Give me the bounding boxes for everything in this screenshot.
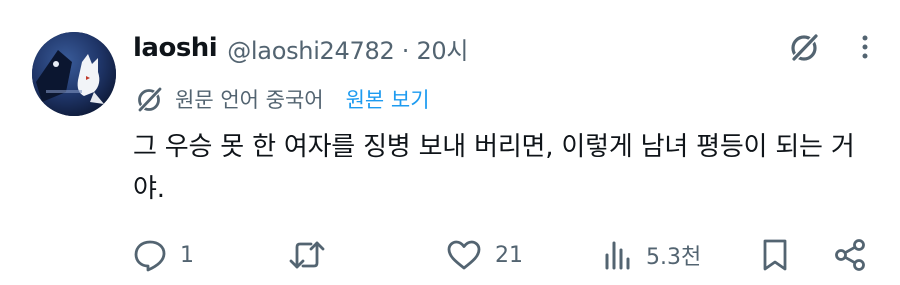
repost-icon — [287, 237, 327, 273]
views-icon — [602, 237, 634, 273]
translate-icon — [135, 84, 165, 114]
like-icon — [445, 237, 483, 273]
like-count: 21 — [495, 242, 523, 268]
bookmark-icon — [758, 237, 792, 273]
post: laoshi @laoshi24782 · 20시 원문 언어 중국어 원본 보… — [0, 0, 900, 285]
author-handle[interactable]: @laoshi24782 — [227, 37, 395, 65]
more-icon[interactable] — [860, 30, 870, 64]
top-actions — [788, 30, 870, 64]
view-count: 5.3천 — [646, 245, 702, 270]
meta-separator: · — [401, 36, 410, 65]
reply-button[interactable]: 1 — [132, 233, 194, 277]
translation-label: 원문 언어 중국어 — [175, 88, 324, 112]
like-button[interactable]: 21 — [445, 233, 523, 277]
share-icon — [832, 237, 868, 273]
avatar[interactable] — [32, 32, 116, 116]
bookmark-button[interactable] — [758, 233, 792, 277]
repost-button[interactable] — [287, 233, 339, 277]
author-display-name[interactable]: laoshi — [133, 33, 218, 63]
post-time[interactable]: 20시 — [416, 37, 468, 65]
avatar-image — [32, 32, 116, 116]
views-button[interactable]: 5.3천 — [602, 233, 701, 277]
grok-icon[interactable] — [788, 30, 822, 64]
author-meta: @laoshi24782 · 20시 — [227, 31, 468, 66]
post-text: 그 우승 못 한 여자를 징병 보내 버리면, 이렇게 남녀 평등이 되는 거야… — [133, 132, 855, 204]
reply-icon — [132, 237, 168, 273]
translation-row: 원문 언어 중국어 원본 보기 — [135, 82, 430, 116]
share-button[interactable] — [832, 233, 868, 277]
reply-count: 1 — [180, 242, 194, 268]
post-header: laoshi @laoshi24782 · 20시 — [133, 28, 468, 68]
action-bar: 1 21 5.3천 — [132, 233, 872, 277]
show-original-link[interactable]: 원본 보기 — [346, 84, 430, 114]
